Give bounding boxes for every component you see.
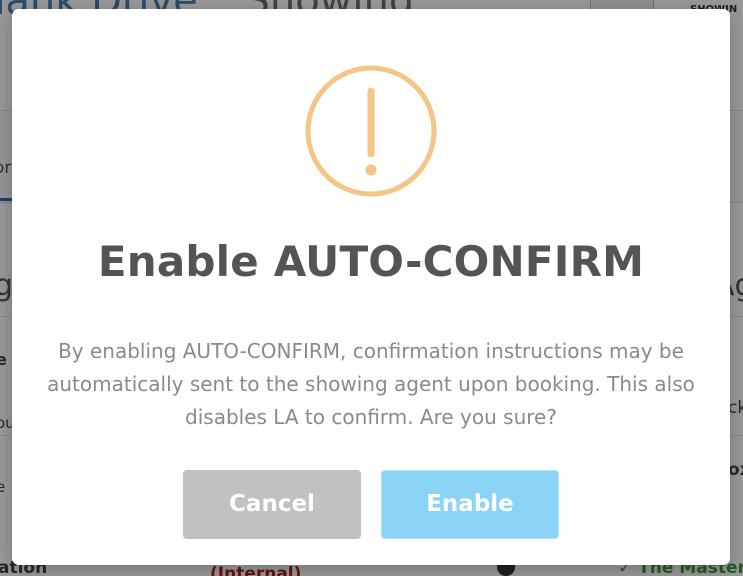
- enable-button[interactable]: Enable: [381, 470, 559, 539]
- cancel-button[interactable]: Cancel: [183, 470, 361, 539]
- confirm-dialog: Enable AUTO-CONFIRM By enabling AUTO-CON…: [12, 9, 730, 565]
- dialog-title: Enable AUTO-CONFIRM: [97, 237, 645, 286]
- page: hank Drive Showing i SHOWIN or g Ag e ou…: [0, 0, 743, 576]
- exclamation-circle-icon: [305, 65, 437, 197]
- dialog-message: By enabling AUTO-CONFIRM, confirmation i…: [47, 339, 695, 429]
